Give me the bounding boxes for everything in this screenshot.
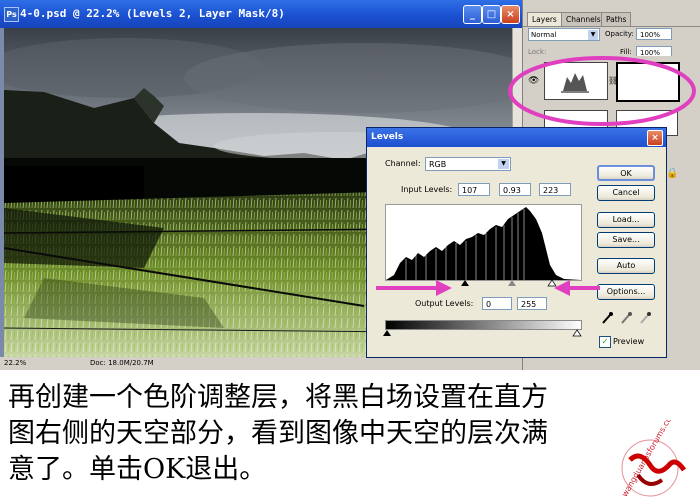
document-title-bar[interactable]: Ps 4-0.psd @ 22.2% (Levels 2, Layer Mask… (0, 0, 522, 28)
input-gamma-field[interactable]: 0.93 (499, 183, 531, 196)
opacity-field[interactable]: 100% (636, 28, 672, 40)
close-icon[interactable]: × (647, 130, 663, 146)
load-button[interactable]: Load... (597, 212, 655, 228)
levels-title: Levels (371, 132, 404, 142)
save-button[interactable]: Save... (597, 232, 655, 248)
black-eyedropper-icon (602, 312, 613, 324)
input-black-slider (461, 280, 469, 286)
levels-title-bar[interactable]: Levels × (367, 128, 666, 147)
blend-mode-select[interactable]: Normal ▼ (528, 28, 600, 41)
zoom-readout[interactable]: 22.2% (4, 359, 26, 367)
channel-select[interactable]: RGB ▼ (425, 157, 511, 171)
histogram-graph (386, 207, 581, 280)
tab-layers[interactable]: Layers (527, 12, 562, 27)
levels-dialog: Levels × Channel: RGB ▼ Input Levels: 10… (366, 127, 667, 358)
tab-channels[interactable]: Channels (561, 12, 606, 27)
options-button[interactable]: Options... (597, 284, 655, 300)
maximize-button[interactable]: □ (482, 5, 501, 24)
chevron-down-icon: ▼ (498, 159, 509, 169)
photoshop-doc-icon: Ps (4, 7, 19, 22)
input-black-field[interactable]: 107 (458, 183, 490, 196)
input-white-field[interactable]: 223 (539, 183, 571, 196)
opacity-label: Opacity: (605, 30, 634, 38)
input-gamma-slider (508, 280, 516, 286)
output-white-field[interactable]: 255 (517, 297, 547, 310)
tab-divider (523, 26, 700, 27)
caption: 再创建一个色阶调整层，将黑白场设置在直方 图右侧的天空部分，看到图像中天空的层次… (8, 380, 628, 488)
arrow-left-icon (554, 280, 600, 296)
histogram (385, 204, 582, 281)
blend-mode-value: Normal (531, 31, 557, 39)
eyedroppers (602, 312, 651, 324)
caption-line-1: 再创建一个色阶调整层，将黑白场设置在直方 (8, 382, 548, 413)
close-button[interactable]: × (501, 5, 520, 24)
cancel-button[interactable]: Cancel (597, 185, 655, 201)
doc-size-readout: Doc: 18.0M/20.7M (90, 359, 154, 367)
output-levels-label: Output Levels: (415, 299, 474, 308)
tab-paths[interactable]: Paths (601, 12, 632, 27)
auto-button[interactable]: Auto (597, 258, 655, 274)
channel-value: RGB (429, 160, 447, 169)
output-black-field[interactable]: 0 (482, 297, 512, 310)
caption-line-3: 意了。单击OK退出。 (8, 454, 267, 485)
layers-panel-lower (665, 220, 700, 355)
chevron-down-icon: ▼ (588, 30, 598, 40)
minimize-button[interactable]: _ (463, 5, 482, 24)
output-black-slider (383, 330, 391, 336)
caption-line-2: 图右侧的天空部分，看到图像中天空的层次满 (8, 418, 548, 449)
watermark-logo: wangduanpsforums.com (620, 420, 687, 498)
preview-label: Preview (613, 337, 645, 346)
lock-icon: 🔒 (666, 168, 679, 179)
channel-label: Channel: (385, 159, 421, 168)
output-level-sliders[interactable] (383, 329, 583, 338)
arrow-right-icon (376, 280, 452, 296)
input-levels-label: Input Levels: (401, 185, 453, 194)
gray-eyedropper-icon (621, 312, 632, 324)
ok-button[interactable]: OK (597, 165, 655, 181)
white-eyedropper-icon (640, 312, 651, 324)
document-title: 4-0.psd @ 22.2% (Levels 2, Layer Mask/8) (20, 7, 285, 20)
status-bar: 22.2% Doc: 18.0M/20.7M (0, 357, 522, 370)
output-white-slider (572, 329, 582, 337)
highlight-ellipse (508, 56, 696, 126)
preview-checkbox[interactable]: ✓ (599, 336, 611, 348)
